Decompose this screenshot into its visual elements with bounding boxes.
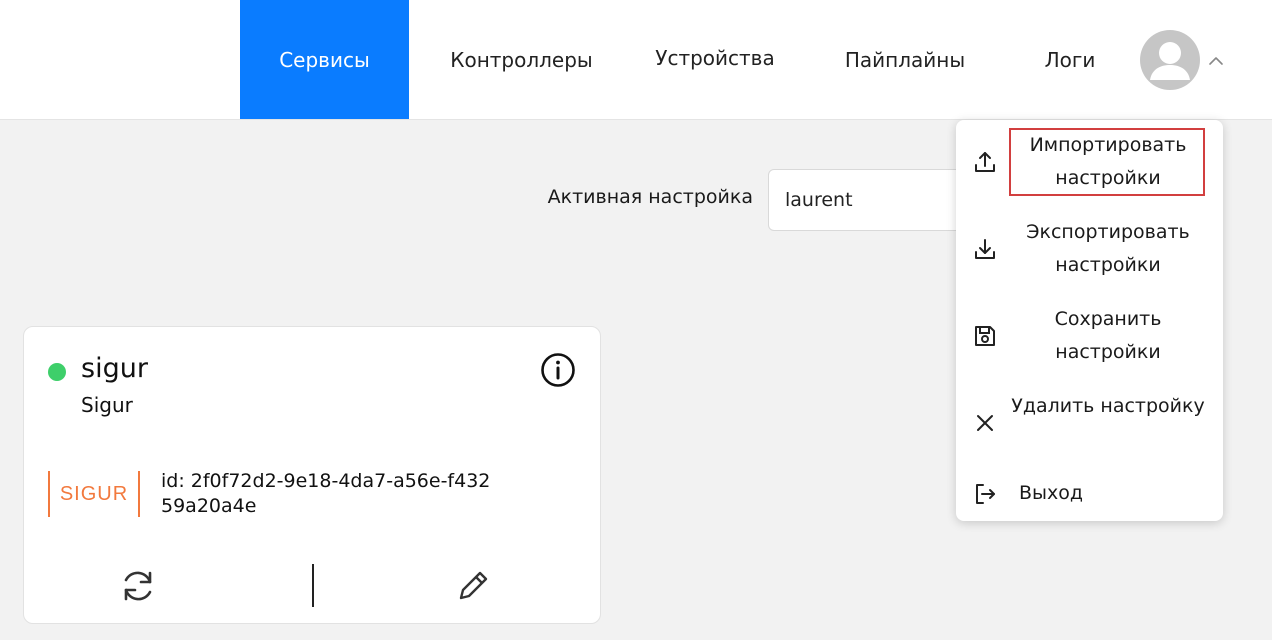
tab-pipelines[interactable]: Пайплайны bbox=[825, 0, 985, 119]
active-setting-select[interactable]: laurent bbox=[768, 169, 968, 231]
edit-icon[interactable] bbox=[454, 567, 492, 605]
top-header: Сервисы Контроллеры Устройства Пайплайны… bbox=[0, 0, 1272, 120]
user-avatar[interactable] bbox=[1140, 30, 1200, 90]
tab-devices[interactable]: Устройства bbox=[630, 0, 800, 117]
tab-services[interactable]: Сервисы bbox=[240, 0, 409, 119]
menu-item-save[interactable]: Сохранить настройки bbox=[956, 294, 1223, 381]
menu-item-delete[interactable]: Удалить настройку bbox=[956, 381, 1223, 468]
service-title: sigur bbox=[81, 353, 148, 384]
upload-icon bbox=[975, 152, 995, 172]
menu-item-import[interactable]: Импортировать настройки bbox=[956, 120, 1223, 207]
menu-label-import: Импортировать настройки bbox=[1029, 134, 1187, 189]
save-icon bbox=[975, 326, 995, 346]
card-divider bbox=[312, 564, 314, 607]
info-icon[interactable] bbox=[540, 352, 576, 388]
logout-icon bbox=[976, 484, 995, 504]
menu-item-export[interactable]: Экспортировать настройки bbox=[956, 207, 1223, 294]
user-icon bbox=[1150, 42, 1190, 80]
status-indicator bbox=[48, 363, 66, 381]
download-icon bbox=[975, 239, 995, 259]
menu-label-save: Сохранить настройки bbox=[1054, 308, 1162, 363]
tab-logs[interactable]: Логи bbox=[1025, 0, 1115, 119]
tab-controllers[interactable]: Контроллеры bbox=[430, 0, 613, 119]
active-setting-value: laurent bbox=[785, 189, 853, 211]
menu-label-export: Экспортировать настройки bbox=[1026, 221, 1190, 276]
chevron-up-icon[interactable] bbox=[1207, 52, 1225, 70]
sigur-logo: SIGUR bbox=[48, 471, 140, 517]
user-dropdown-menu: Импортировать настройки Экспортировать н… bbox=[956, 120, 1223, 521]
active-setting-label: Активная настройка bbox=[547, 186, 753, 208]
refresh-icon[interactable] bbox=[119, 567, 157, 605]
menu-label-delete: Удалить настройку bbox=[1011, 395, 1205, 417]
service-card: sigur Sigur SIGUR id: 2f0f72d2-9e18-4da7… bbox=[23, 326, 601, 624]
menu-item-logout[interactable]: Выход bbox=[956, 468, 1223, 521]
service-subtitle: Sigur bbox=[81, 393, 133, 417]
service-id: id: 2f0f72d2-9e18-4da7-a56e-f43259a20a4e bbox=[161, 470, 491, 517]
close-icon bbox=[977, 415, 993, 431]
menu-label-logout: Выход bbox=[1019, 482, 1084, 504]
